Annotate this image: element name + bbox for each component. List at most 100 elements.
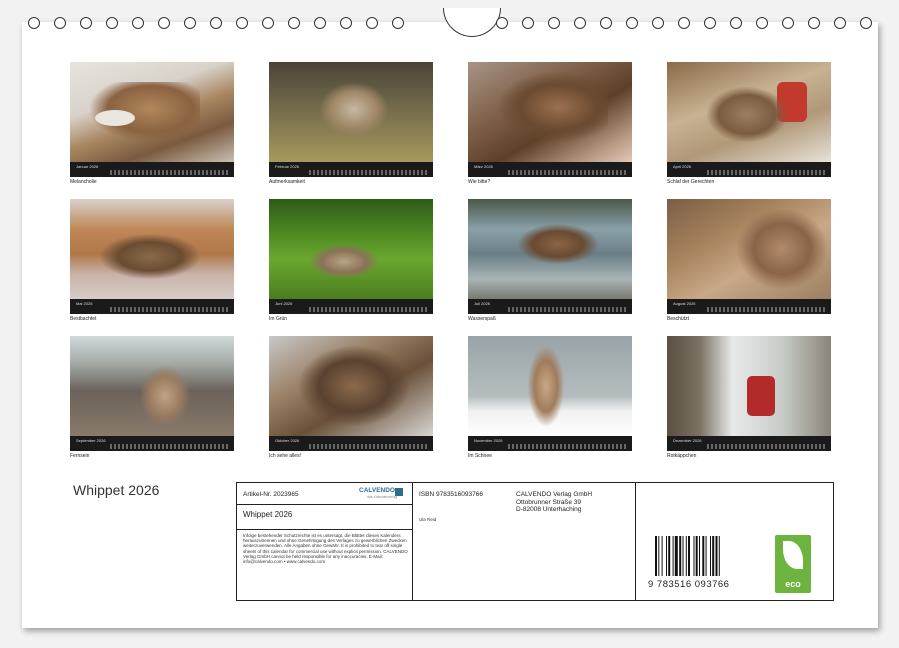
- photo-caption: Beschützt: [667, 316, 831, 322]
- info-column-publisher: ISBN 9783516093766 CALVENDO Verlag GmbH …: [413, 483, 636, 600]
- photo-october: [269, 336, 433, 436]
- month-tile-october: Oktober 2026 Ich sehe alles!: [269, 336, 433, 459]
- binding-ring: [262, 17, 274, 29]
- month-label: März 2026: [474, 164, 493, 169]
- month-tile-september: September 2026 Fernsein: [70, 336, 234, 459]
- month-tile-july: Juli 2026 Wasserspaß: [468, 199, 632, 322]
- month-label: Oktober 2026: [275, 438, 299, 443]
- photo-september: [70, 336, 234, 436]
- photo-july: [468, 199, 632, 299]
- month-grid: November 2026: [468, 436, 632, 451]
- month-label: Mai 2026: [76, 301, 92, 306]
- binding-ring: [626, 17, 638, 29]
- photo-june: [269, 199, 433, 299]
- binding-rings: [22, 10, 899, 40]
- photo-caption: Ich sehe alles!: [269, 453, 433, 459]
- photo-april: [667, 62, 831, 162]
- month-label: August 2026: [673, 301, 695, 306]
- leaf-icon: [783, 541, 803, 569]
- info-column-barcode: 9 783516 093766 eco: [636, 483, 833, 600]
- month-tile-april: April 2026 Schlaf der Gerechten: [667, 62, 831, 185]
- photo-caption: Im Schnee: [468, 453, 632, 459]
- photo-november: [468, 336, 632, 436]
- month-tile-june: Juni 2026 Im Grün: [269, 199, 433, 322]
- publisher-address: CALVENDO Verlag GmbH Ottobrunner Straße …: [516, 491, 592, 514]
- eco-label: eco: [775, 579, 811, 589]
- month-label: Februar 2026: [275, 164, 299, 169]
- month-grid: Oktober 2026: [269, 436, 433, 451]
- photo-caption: Rotkäppchen: [667, 453, 831, 459]
- month-tile-december: Dezember 2026 Rotkäppchen: [667, 336, 831, 459]
- binding-ring: [652, 17, 664, 29]
- calendar-title: Whippet 2026: [73, 482, 159, 498]
- month-tile-august: August 2026 Beschützt: [667, 199, 831, 322]
- binding-ring: [574, 17, 586, 29]
- month-grid: August 2026: [667, 299, 831, 314]
- month-tile-january: Januar 2026 Melancholie: [70, 62, 234, 185]
- month-label: Juli 2026: [474, 301, 490, 306]
- binding-ring: [704, 17, 716, 29]
- legal-notice: Infolge bestehender Schutzrechte ist es …: [243, 533, 408, 564]
- binding-ring: [366, 17, 378, 29]
- binding-ring: [314, 17, 326, 29]
- publisher-street: Ottobrunner Straße 39: [516, 499, 592, 507]
- month-grid: Dezember 2026: [667, 436, 831, 451]
- binding-ring: [392, 17, 404, 29]
- binding-ring: [340, 17, 352, 29]
- binding-ring: [236, 17, 248, 29]
- month-tile-march: März 2026 Wie bitte?: [468, 62, 632, 185]
- month-tile-november: November 2026 Im Schnee: [468, 336, 632, 459]
- info-box: Artikel-Nr. 2023965 CALVENDO das Kalende…: [236, 482, 834, 601]
- binding-ring: [678, 17, 690, 29]
- month-label: Dezember 2026: [673, 438, 701, 443]
- author-name: Ula Reid: [419, 517, 436, 522]
- photo-caption: Schlaf der Gerechten: [667, 179, 831, 185]
- brand-subtitle: das Kalenderverlag: [367, 495, 397, 499]
- month-label: Januar 2026: [76, 164, 98, 169]
- photo-caption: Melancholie: [70, 179, 234, 185]
- brand-logo: CALVENDO: [359, 487, 395, 494]
- binding-ring: [600, 17, 612, 29]
- publisher-city: D-82008 Unterhaching: [516, 506, 592, 514]
- binding-ring: [28, 17, 40, 29]
- binding-ring: [210, 17, 222, 29]
- barcode-icon: [655, 536, 745, 576]
- photo-may: [70, 199, 234, 299]
- eco-badge: eco: [775, 535, 811, 593]
- brand-logo-icon: [395, 488, 403, 496]
- binding-ring: [106, 17, 118, 29]
- month-tile-february: Februar 2026 Aufmerksamkeit: [269, 62, 433, 185]
- month-tile-may: Mai 2026 Bestbachtet: [70, 199, 234, 322]
- month-label: November 2026: [474, 438, 502, 443]
- binding-ring: [522, 17, 534, 29]
- binding-ring: [834, 17, 846, 29]
- photo-caption: Wie bitte?: [468, 179, 632, 185]
- barcode-number: 9 783516 093766: [648, 579, 729, 590]
- photo-caption: Im Grün: [269, 316, 433, 322]
- month-label: September 2026: [76, 438, 106, 443]
- binding-ring: [158, 17, 170, 29]
- photo-december: [667, 336, 831, 436]
- binding-ring: [548, 17, 560, 29]
- photo-march: [468, 62, 632, 162]
- photo-caption: Bestbachtet: [70, 316, 234, 322]
- binding-ring: [80, 17, 92, 29]
- binding-ring: [132, 17, 144, 29]
- binding-ring: [54, 17, 66, 29]
- isbn: ISBN 9783516093766: [419, 491, 483, 498]
- photo-august: [667, 199, 831, 299]
- month-grid: Juni 2026: [269, 299, 433, 314]
- month-grid: Januar 2026: [70, 162, 234, 177]
- month-grid: September 2026: [70, 436, 234, 451]
- photo-february: [269, 62, 433, 162]
- month-grid: Juli 2026: [468, 299, 632, 314]
- binding-ring: [808, 17, 820, 29]
- binding-ring: [730, 17, 742, 29]
- month-grid: März 2026: [468, 162, 632, 177]
- photo-january: [70, 62, 234, 162]
- article-number: Artikel-Nr. 2023965: [243, 491, 299, 498]
- month-grid: April 2026: [667, 162, 831, 177]
- photo-caption: Wasserspaß: [468, 316, 632, 322]
- binding-ring: [184, 17, 196, 29]
- binding-ring: [756, 17, 768, 29]
